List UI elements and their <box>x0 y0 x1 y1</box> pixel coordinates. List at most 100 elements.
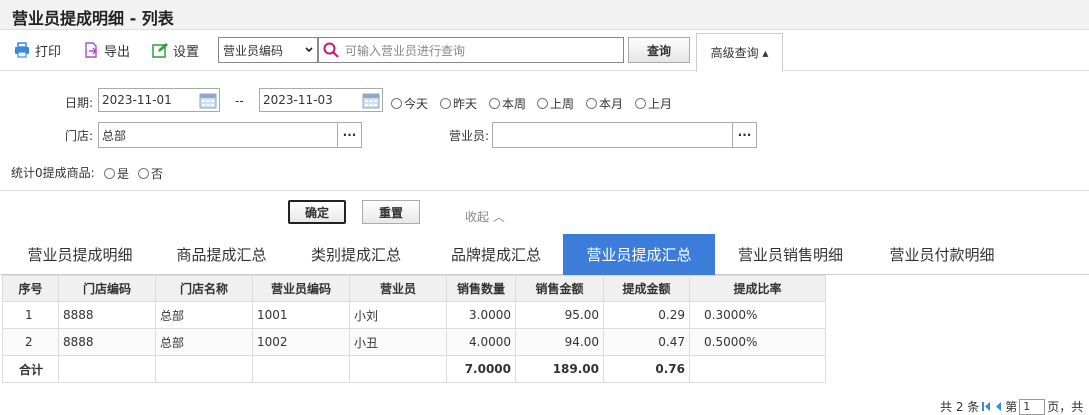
column-header[interactable]: 销售金额 <box>515 275 604 302</box>
radio-label: 本月 <box>599 97 624 111</box>
cell: 小刘 <box>349 301 447 329</box>
total-quantity: 7.0000 <box>446 355 516 383</box>
cell: 小丑 <box>349 328 447 356</box>
cell: 8888 <box>58 301 156 329</box>
date-from-input[interactable]: 2023-11-01 <box>98 88 220 112</box>
radio-label: 本周 <box>502 97 527 111</box>
radio-circle <box>537 98 548 109</box>
prev-page-icon[interactable] <box>993 401 1003 412</box>
radio-circle <box>635 98 646 109</box>
store-input[interactable]: 总部 ··· <box>98 122 362 148</box>
radio-label: 是 <box>117 167 130 181</box>
radio-circle <box>440 98 451 109</box>
clerk-picker-button[interactable]: ··· <box>732 123 756 147</box>
radio-this-month[interactable]: 本月 <box>586 95 623 112</box>
settings-button[interactable]: 设置 <box>152 40 199 60</box>
title-bar: 营业员提成明细 - 列表 <box>0 0 1089 30</box>
page-title: 营业员提成明细 - 列表 <box>12 9 174 28</box>
radio-circle <box>391 98 402 109</box>
search-field-select[interactable]: 营业员编码 <box>218 37 318 63</box>
confirm-button[interactable]: 确定 <box>288 200 346 224</box>
export-icon <box>85 42 97 58</box>
column-header[interactable]: 提成比率 <box>689 275 826 302</box>
column-header[interactable]: 门店名称 <box>155 275 253 302</box>
export-label: 导出 <box>104 44 131 60</box>
calendar-icon[interactable] <box>199 92 217 109</box>
tab-clerk-sales-detail[interactable]: 营业员销售明细 <box>715 234 866 275</box>
reset-button[interactable]: 重置 <box>362 200 420 224</box>
cell: 1 <box>2 301 59 329</box>
cell <box>349 355 447 383</box>
cell: 94.00 <box>515 328 604 356</box>
filter-divider <box>0 190 1089 191</box>
page-number-input[interactable]: 1 <box>1019 398 1046 415</box>
cell: 0.47 <box>603 328 690 356</box>
commission-table: 序号 门店编码 门店名称 营业员编码 营业员 销售数量 销售金额 提成金额 提成… <box>2 275 826 383</box>
date-to-input[interactable]: 2023-11-03 <box>259 88 383 112</box>
radio-label: 昨天 <box>453 97 478 111</box>
edit-settings-icon <box>152 43 168 58</box>
tab-clerk-commission-summary[interactable]: 营业员提成汇总 <box>563 234 715 275</box>
table-total-row: 合计 7.0000 189.00 0.76 <box>2 355 826 383</box>
radio-circle <box>138 168 149 179</box>
cell: 1001 <box>252 301 350 329</box>
zero-commission-label: 统计0提成商品: <box>11 166 95 180</box>
date-from-value: 2023-11-01 <box>102 93 172 107</box>
table-row[interactable]: 1 8888 总部 1001 小刘 3.0000 95.00 0.29 0.30… <box>2 301 826 329</box>
radio-today[interactable]: 今天 <box>391 95 428 112</box>
cell: 0.5000% <box>689 328 826 356</box>
search-input[interactable]: 可输入营业员进行查询 <box>318 37 624 63</box>
collapse-toggle[interactable]: 收起 ︿ <box>465 208 505 225</box>
tab-category-commission-summary[interactable]: 类别提成汇总 <box>283 234 429 275</box>
radio-circle <box>586 98 597 109</box>
report-tabs: 营业员提成明细 商品提成汇总 类别提成汇总 品牌提成汇总 营业员提成汇总 营业员… <box>0 234 1089 275</box>
pager: 共 2 条 第 1 页，共 <box>940 398 1083 415</box>
cell: 总部 <box>155 301 253 329</box>
column-header[interactable]: 提成金额 <box>603 275 690 302</box>
calendar-icon[interactable] <box>362 92 380 109</box>
radio-last-week[interactable]: 上周 <box>537 95 574 112</box>
total-commission: 0.76 <box>603 355 690 383</box>
radio-this-week[interactable]: 本周 <box>489 95 526 112</box>
table-header-row: 序号 门店编码 门店名称 营业员编码 营业员 销售数量 销售金额 提成金额 提成… <box>2 275 826 302</box>
print-button[interactable]: 打印 <box>14 40 61 60</box>
store-picker-button[interactable]: ··· <box>337 123 361 147</box>
tab-clerk-commission-detail[interactable]: 营业员提成明细 <box>0 234 160 275</box>
advanced-filter-panel: 日期: 2023-11-01 -- 2023-11-03 今天 昨天 本周 上周… <box>0 72 1089 234</box>
search-placeholder: 可输入营业员进行查询 <box>345 43 466 58</box>
total-label: 合计 <box>2 355 59 383</box>
store-label: 门店: <box>65 129 94 143</box>
tab-product-commission-summary[interactable]: 商品提成汇总 <box>160 234 283 275</box>
radio-yesterday[interactable]: 昨天 <box>440 95 477 112</box>
column-header[interactable]: 营业员 <box>349 275 447 302</box>
radio-label: 否 <box>151 167 164 181</box>
radio-zero-no[interactable]: 否 <box>138 165 163 182</box>
clerk-input[interactable]: ··· <box>492 122 757 148</box>
pager-page-prefix: 第 <box>1005 400 1018 414</box>
column-header[interactable]: 门店编码 <box>58 275 156 302</box>
radio-circle <box>104 168 115 179</box>
date-to-value: 2023-11-03 <box>263 93 333 107</box>
search-field-value: 营业员编码 <box>223 43 284 58</box>
cell: 1002 <box>252 328 350 356</box>
clerk-label: 营业员: <box>449 129 490 143</box>
column-header[interactable]: 销售数量 <box>446 275 516 302</box>
export-button[interactable]: 导出 <box>83 40 130 60</box>
radio-last-month[interactable]: 上月 <box>635 95 672 112</box>
column-header[interactable]: 营业员编码 <box>252 275 350 302</box>
search-icon <box>323 42 339 58</box>
cell <box>155 355 253 383</box>
toolbar: 打印 导出 设置 营业员编码 可输入营业员进行查询 查询 高级查询 ▴ <box>0 31 1089 72</box>
cell: 8888 <box>58 328 156 356</box>
first-page-icon[interactable] <box>981 401 991 412</box>
cell: 0.29 <box>603 301 690 329</box>
advanced-query-tab[interactable]: 高级查询 ▴ <box>696 33 783 72</box>
total-sales-amount: 189.00 <box>515 355 604 383</box>
tab-clerk-payment-detail[interactable]: 营业员付款明细 <box>866 234 1018 275</box>
column-header[interactable]: 序号 <box>2 275 59 302</box>
tab-brand-commission-summary[interactable]: 品牌提成汇总 <box>429 234 563 275</box>
query-button[interactable]: 查询 <box>628 37 690 63</box>
radio-circle <box>489 98 500 109</box>
radio-zero-yes[interactable]: 是 <box>104 165 129 182</box>
table-row[interactable]: 2 8888 总部 1002 小丑 4.0000 94.00 0.47 0.50… <box>2 328 826 356</box>
